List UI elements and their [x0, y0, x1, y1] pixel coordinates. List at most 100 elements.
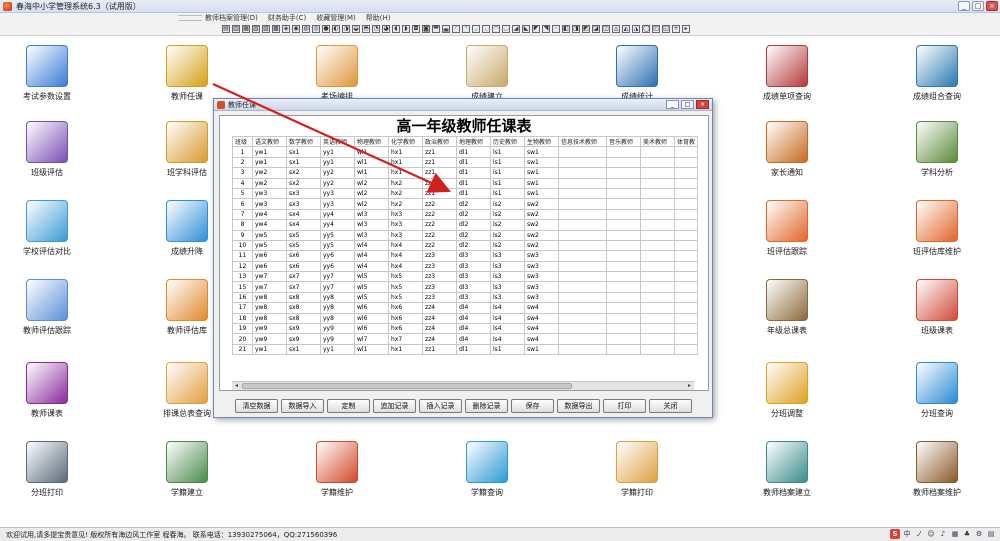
import-data-button[interactable]: 数据导入 — [281, 399, 324, 413]
table-cell[interactable]: yy2 — [320, 167, 355, 179]
table-cell[interactable]: zz2 — [422, 239, 457, 252]
table-cell[interactable] — [673, 312, 699, 325]
menu-finance[interactable]: 财务助手(C) — [268, 13, 306, 23]
table-cell[interactable]: wl1 — [354, 167, 389, 179]
table-cell[interactable] — [640, 146, 675, 158]
table-cell[interactable]: 1 — [232, 146, 253, 158]
toolbar-tool-icon[interactable]: ◚ — [432, 25, 440, 33]
toolbar-tool-icon[interactable]: ◘ — [412, 25, 420, 33]
table-cell[interactable] — [673, 167, 699, 179]
table-cell[interactable]: 3 — [232, 167, 253, 179]
table-cell[interactable]: zz1 — [422, 343, 457, 356]
table-cell[interactable]: sw3 — [524, 281, 559, 293]
close-button[interactable]: × — [986, 1, 998, 11]
toolbar-tool-icon[interactable]: ▤ — [222, 25, 230, 33]
toolbar-tool-icon[interactable]: ▦ — [242, 25, 250, 33]
table-cell[interactable]: 6 — [232, 198, 253, 210]
toolbar-tool-icon[interactable]: ◮ — [632, 25, 640, 33]
table-cell[interactable]: wl1 — [354, 343, 389, 356]
table-cell[interactable] — [558, 177, 607, 189]
table-row[interactable]: 11 yw6 sx6 yy6 wl4 hx4 zz3 dl3 ls3 sw3 — [232, 250, 699, 262]
toolbar-tool-icon[interactable]: ◬ — [612, 25, 620, 33]
table-cell[interactable]: hx4 — [388, 239, 423, 252]
table-cell[interactable]: wl3 — [354, 208, 389, 221]
tray-icon[interactable]: 中 — [902, 529, 912, 539]
table-cell[interactable]: sx4 — [286, 219, 321, 231]
column-header[interactable]: 政治教师 — [422, 135, 457, 148]
table-cell[interactable]: ls1 — [490, 146, 525, 158]
table-cell[interactable]: hx3 — [388, 208, 423, 221]
table-cell[interactable] — [606, 198, 641, 210]
table-cell[interactable]: ls1 — [490, 343, 525, 356]
table-cell[interactable]: hx1 — [388, 343, 423, 356]
toolbar-tool-icon[interactable]: ◈ — [282, 25, 290, 33]
table-cell[interactable]: dl2 — [456, 229, 491, 241]
table-cell[interactable] — [558, 219, 607, 231]
toolbar-tool-icon[interactable]: ◎ — [312, 25, 320, 33]
table-cell[interactable]: yw2 — [252, 167, 287, 179]
table-cell[interactable] — [558, 250, 607, 262]
table-cell[interactable] — [673, 187, 699, 200]
table-cell[interactable] — [673, 156, 699, 169]
table-cell[interactable] — [640, 208, 675, 221]
table-cell[interactable]: ls2 — [490, 219, 525, 231]
table-row[interactable]: 3 yw2 sx2 yy2 wl1 hx1 zz1 dl1 ls1 sw1 — [232, 167, 699, 179]
table-cell[interactable] — [640, 177, 675, 189]
table-cell[interactable]: sx2 — [286, 177, 321, 189]
insert-record-button[interactable]: 插入记录 — [419, 399, 462, 413]
table-cell[interactable]: dl4 — [456, 323, 491, 335]
table-cell[interactable]: zz1 — [422, 187, 457, 200]
table-cell[interactable]: 13 — [232, 271, 253, 283]
table-cell[interactable] — [640, 291, 675, 304]
column-header[interactable]: 语文教师 — [252, 135, 287, 148]
toolbar-tool-icon[interactable]: + — [672, 25, 680, 33]
table-cell[interactable]: hx2 — [388, 177, 423, 189]
table-cell[interactable]: hx4 — [388, 260, 423, 273]
toolbar-tool-icon[interactable]: ▸ — [682, 25, 690, 33]
table-cell[interactable] — [606, 167, 641, 179]
table-cell[interactable]: zz3 — [422, 281, 457, 293]
table-cell[interactable] — [606, 146, 641, 158]
desktop-item[interactable]: 考场编排 — [277, 45, 397, 102]
table-row[interactable]: 20 yw9 sx9 yy9 wl7 hx7 zz4 dl4 ls4 sw4 — [232, 333, 699, 345]
desktop-item[interactable]: 成绩统计 — [577, 45, 697, 102]
column-header[interactable]: 生物教师 — [524, 135, 559, 148]
table-cell[interactable]: hx7 — [388, 333, 423, 345]
table-cell[interactable]: sw3 — [524, 260, 559, 273]
table-cell[interactable]: ls4 — [490, 323, 525, 335]
table-row[interactable]: 18 yw8 sx8 yy8 wl6 hx6 zz4 dl4 ls4 sw4 — [232, 312, 699, 325]
table-cell[interactable]: yy7 — [320, 281, 355, 293]
menu-help[interactable]: 帮助(H) — [366, 13, 391, 23]
table-cell[interactable]: zz3 — [422, 271, 457, 283]
toolbar-tool-icon[interactable]: ◣ — [522, 25, 530, 33]
table-cell[interactable]: dl3 — [456, 281, 491, 293]
tray-icon[interactable]: ☺ — [926, 529, 936, 539]
table-cell[interactable]: wl6 — [354, 312, 389, 325]
table-cell[interactable] — [606, 239, 641, 252]
table-cell[interactable]: zz2 — [422, 229, 457, 241]
table-cell[interactable]: hx5 — [388, 271, 423, 283]
table-cell[interactable]: 21 — [232, 343, 253, 356]
table-cell[interactable]: sw1 — [524, 343, 559, 356]
table-cell[interactable] — [673, 291, 699, 304]
table-cell[interactable]: 5 — [232, 187, 253, 200]
table-cell[interactable]: hx1 — [388, 156, 423, 169]
table-cell[interactable]: zz2 — [422, 198, 457, 210]
table-cell[interactable]: wl4 — [354, 250, 389, 262]
table-cell[interactable]: sx5 — [286, 229, 321, 241]
table-cell[interactable] — [673, 219, 699, 231]
table-cell[interactable]: yw3 — [252, 187, 287, 200]
table-cell[interactable] — [640, 219, 675, 231]
table-cell[interactable] — [558, 271, 607, 283]
table-cell[interactable]: dl1 — [456, 167, 491, 179]
table-cell[interactable]: sw3 — [524, 291, 559, 304]
table-cell[interactable]: sx4 — [286, 208, 321, 221]
table-cell[interactable] — [558, 198, 607, 210]
table-cell[interactable]: yy3 — [320, 198, 355, 210]
column-header[interactable]: 班级 — [232, 135, 253, 148]
table-cell[interactable]: dl3 — [456, 291, 491, 304]
table-cell[interactable]: zz4 — [422, 302, 457, 314]
table-cell[interactable]: sx7 — [286, 271, 321, 283]
table-cell[interactable]: 7 — [232, 208, 253, 221]
toolbar-tool-icon[interactable]: ◱ — [662, 25, 670, 33]
